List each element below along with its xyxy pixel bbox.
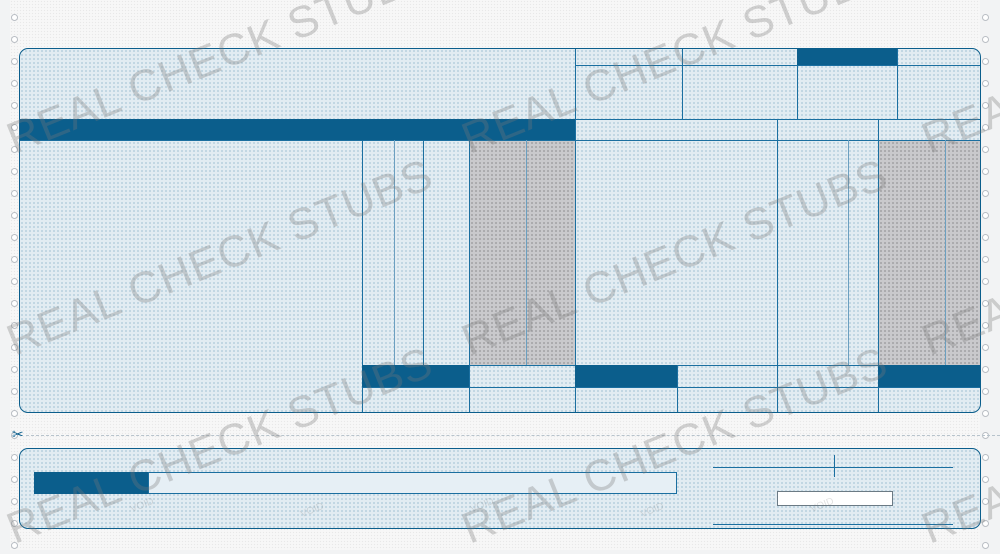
date-divider — [834, 455, 835, 477]
feed-hole — [11, 36, 18, 43]
feed-hole — [982, 498, 989, 505]
amount-box — [777, 491, 893, 506]
feed-hole — [11, 212, 18, 219]
feed-hole — [982, 58, 989, 65]
feed-hole — [11, 322, 18, 329]
feed-hole — [982, 146, 989, 153]
feed-hole — [982, 278, 989, 285]
feed-holes-right — [982, 0, 994, 550]
feed-hole — [982, 234, 989, 241]
feed-hole — [982, 36, 989, 43]
feed-hole — [11, 498, 18, 505]
feed-hole — [982, 212, 989, 219]
column-divider — [848, 140, 849, 365]
earnings-header-bar — [20, 119, 575, 140]
totals-rule — [469, 365, 575, 366]
feed-hole — [11, 388, 18, 395]
feed-hole — [11, 80, 18, 87]
feed-hole — [982, 14, 989, 21]
scissors-icon: ✂ — [12, 426, 24, 442]
perforation-line — [26, 435, 1000, 436]
feed-hole — [982, 80, 989, 87]
pay-amount-words-line — [148, 472, 677, 494]
feed-hole — [982, 102, 989, 109]
column-divider — [777, 119, 778, 412]
net-pay-label-bar — [878, 365, 980, 387]
totals-rule — [469, 387, 575, 388]
feed-hole — [982, 190, 989, 197]
feed-hole — [11, 102, 18, 109]
feed-hole — [982, 520, 989, 527]
ytd-earnings-column — [470, 141, 575, 365]
totals-rule — [677, 365, 878, 366]
column-divider — [394, 140, 395, 365]
feed-hole — [11, 520, 18, 527]
feed-hole — [11, 190, 18, 197]
feed-hole — [982, 454, 989, 461]
totals-rule — [362, 387, 469, 388]
feed-hole — [982, 256, 989, 263]
header-divider — [897, 49, 898, 119]
header-divider — [575, 49, 576, 119]
header-divider — [682, 49, 683, 119]
feed-hole — [11, 344, 18, 351]
column-divider — [945, 140, 946, 365]
feed-hole — [982, 300, 989, 307]
feed-hole — [11, 124, 18, 131]
date-line — [713, 467, 953, 468]
feed-hole — [11, 256, 18, 263]
feed-hole — [11, 278, 18, 285]
feed-hole — [982, 124, 989, 131]
feed-hole — [982, 322, 989, 329]
pay-stub-panel — [19, 48, 981, 413]
column-divider — [526, 140, 527, 365]
feed-hole — [982, 168, 989, 175]
feed-hole — [982, 344, 989, 351]
totals-rule — [575, 387, 677, 388]
feed-hole — [11, 542, 18, 549]
totals-rule — [878, 387, 980, 388]
pay-line-label-bar — [34, 472, 148, 494]
gross-pay-label-bar — [362, 365, 469, 387]
feed-hole — [982, 388, 989, 395]
feed-hole — [982, 410, 989, 417]
column-divider — [677, 365, 678, 412]
header-accent-block — [797, 49, 897, 65]
feed-hole — [982, 366, 989, 373]
feed-hole — [11, 58, 18, 65]
feed-hole — [11, 476, 18, 483]
feed-hole — [11, 234, 18, 241]
feed-hole — [11, 146, 18, 153]
deductions-total-label-bar — [575, 365, 677, 387]
header-rule — [575, 65, 980, 66]
totals-rule — [677, 387, 878, 388]
deductions-header-rule — [575, 119, 980, 120]
feed-hole — [982, 542, 989, 549]
feed-hole — [11, 300, 18, 307]
feed-hole — [11, 410, 18, 417]
check-panel — [19, 448, 981, 529]
feed-hole — [982, 476, 989, 483]
ytd-deductions-column — [879, 141, 980, 365]
feed-hole — [11, 14, 18, 21]
feed-hole — [11, 168, 18, 175]
signature-line — [713, 524, 953, 525]
feed-hole — [11, 366, 18, 373]
column-divider — [423, 140, 424, 365]
feed-hole — [11, 454, 18, 461]
